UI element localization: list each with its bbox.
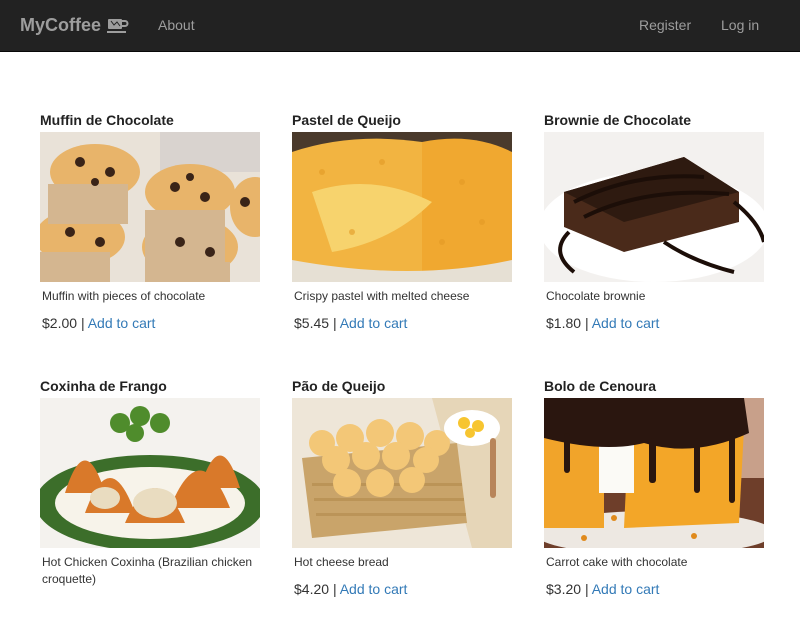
product-price: $3.20: [546, 581, 582, 597]
product-title: Pão de Queijo: [292, 378, 386, 394]
product-price: $2.00: [42, 315, 78, 331]
product-card: Pão de Queijo Hot cheese bread $4.20 | A…: [292, 378, 512, 597]
nav-about[interactable]: About: [158, 17, 195, 33]
product-description: Hot Chicken Coxinha (Brazilian chicken c…: [42, 555, 253, 586]
nav-login[interactable]: Log in: [721, 17, 759, 33]
price-row: $4.20 | Add to cart: [292, 581, 512, 597]
product-price: $5.45: [294, 315, 330, 331]
price-row: $2.00 | Add to cart: [40, 315, 260, 331]
product-price: $4.20: [294, 581, 330, 597]
product-description: Chocolate brownie: [546, 289, 646, 303]
coffee-cup-icon: [107, 17, 129, 35]
add-to-cart-link[interactable]: Add to cart: [340, 581, 408, 597]
add-to-cart-link[interactable]: Add to cart: [88, 315, 156, 331]
product-card: Brownie de Chocolate Chocolate brownie $…: [544, 112, 764, 331]
product-title: Pastel de Queijo: [292, 112, 401, 128]
product-card: Bolo de Cenoura Carrot cake with chocola…: [544, 378, 764, 597]
add-to-cart-link[interactable]: Add to cart: [592, 581, 660, 597]
separator: |: [584, 581, 589, 597]
product-card: Muffin de Chocolate Muffin with pieces o…: [40, 112, 260, 331]
price-row: $1.80 | Add to cart: [544, 315, 764, 331]
product-title: Brownie de Chocolate: [544, 112, 692, 128]
product-description: Crispy pastel with melted cheese: [294, 289, 470, 303]
product-title: Coxinha de Frango: [40, 378, 167, 394]
add-to-cart-link[interactable]: Add to cart: [592, 315, 660, 331]
product-title: Bolo de Cenoura: [544, 378, 657, 394]
price-row: $3.20 | Add to cart: [544, 581, 764, 597]
product-description: Hot cheese bread: [294, 555, 389, 569]
separator: |: [80, 315, 85, 331]
product-image-coxinha: [40, 398, 260, 548]
separator: |: [584, 315, 589, 331]
product-image-pao-de-queijo: [292, 398, 512, 548]
product-image-pastel: [292, 132, 512, 282]
brand-name: MyCoffee: [20, 15, 102, 35]
price-row: $5.45 | Add to cart: [292, 315, 512, 331]
product-image-brownie: [544, 132, 764, 282]
navbar: MyCoffee About Register Log in: [0, 0, 800, 52]
nav-register[interactable]: Register: [639, 17, 691, 33]
add-to-cart-link[interactable]: Add to cart: [340, 315, 408, 331]
product-image-bolo-de-cenoura: [544, 398, 764, 548]
product-card: Pastel de Queijo Crispy pastel with melt…: [292, 112, 512, 331]
product-image-muffin: [40, 132, 260, 282]
product-description: Carrot cake with chocolate: [546, 555, 688, 569]
product-title: Muffin de Chocolate: [40, 112, 174, 128]
product-description: Muffin with pieces of chocolate: [42, 289, 206, 303]
product-card: Coxinha de Frango Hot Chicken Coxinha (B…: [40, 378, 260, 588]
brand-link[interactable]: MyCoffee: [20, 15, 129, 36]
separator: |: [332, 315, 337, 331]
separator: |: [332, 581, 337, 597]
product-price: $1.80: [546, 315, 582, 331]
